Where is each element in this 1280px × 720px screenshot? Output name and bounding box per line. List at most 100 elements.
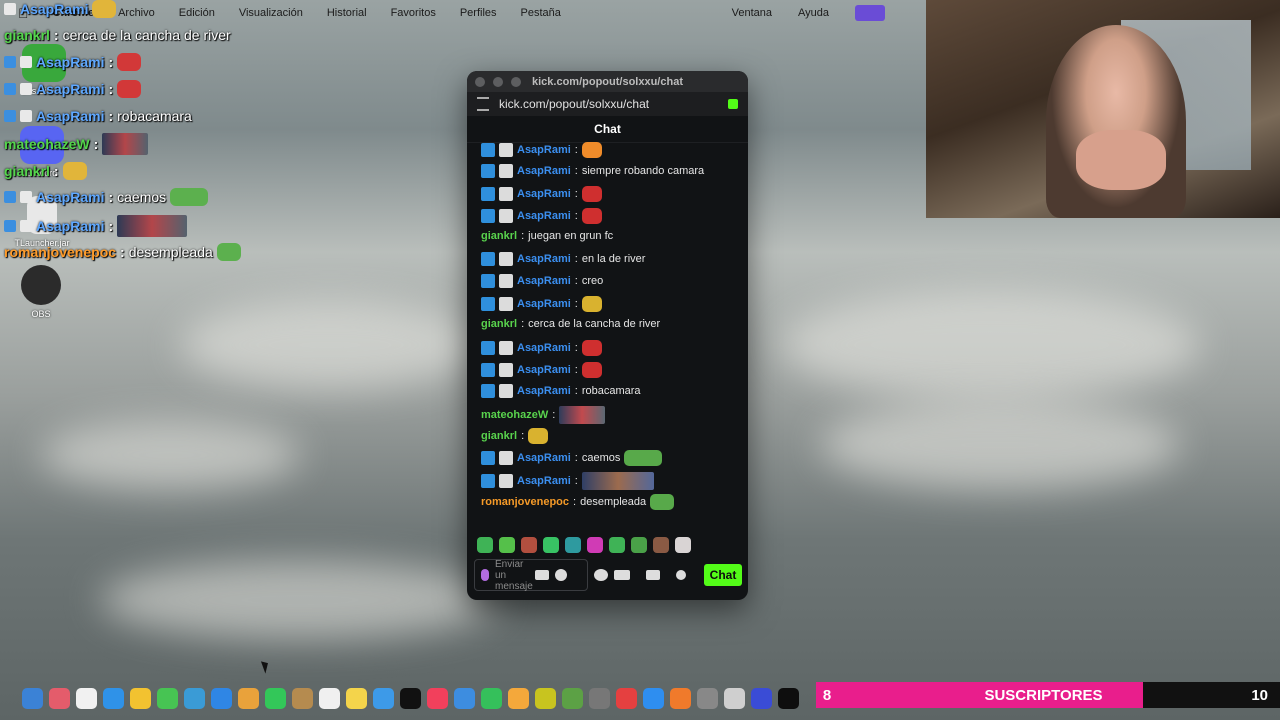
menu-archivo[interactable]: Archivo <box>118 7 155 19</box>
sub-badge-icon <box>499 384 513 398</box>
chat-message-input[interactable]: Enviar un mensaje <box>474 559 588 592</box>
finder-icon[interactable] <box>22 688 43 709</box>
overlay-line: AsapRami: <box>4 80 142 98</box>
emote-icon[interactable] <box>477 537 493 553</box>
emote-icon <box>581 362 602 378</box>
address-bar[interactable]: kick.com/popout/solxxu/chat <box>467 92 748 116</box>
emote-icon <box>117 215 188 237</box>
app-icon[interactable] <box>616 688 637 709</box>
window-titlebar: kick.com/popout/solxxu/chat <box>467 71 748 92</box>
url-text[interactable]: kick.com/popout/solxxu/chat <box>499 97 649 111</box>
emote-icon <box>92 0 117 18</box>
input-source-icon[interactable] <box>855 5 885 21</box>
chat-message: giankrl: cerca de la cancha de river <box>481 318 661 330</box>
sub-badge-icon <box>499 474 513 488</box>
menu-edicion[interactable]: Edición <box>179 7 215 19</box>
text-format-icon[interactable] <box>535 570 549 580</box>
verified-badge-icon <box>481 341 495 355</box>
kick-icon[interactable] <box>778 688 799 709</box>
badge-icon <box>4 56 16 68</box>
emoji-icon[interactable] <box>555 569 567 581</box>
facetime-icon[interactable] <box>265 688 286 709</box>
photos-icon[interactable] <box>238 688 259 709</box>
overlay-line: mateohazeW: <box>4 133 149 155</box>
verified-badge-icon <box>481 363 495 377</box>
menu-ayuda[interactable]: Ayuda <box>798 7 829 19</box>
chat-message-list[interactable]: AsapRami: AsapRami: siempre robando cama… <box>467 142 748 532</box>
contacts-icon[interactable] <box>292 688 313 709</box>
gear-icon[interactable] <box>676 570 686 580</box>
emote-icon[interactable] <box>521 537 537 553</box>
calendar-icon[interactable] <box>76 688 97 709</box>
sub-badge-icon <box>499 143 513 157</box>
pages-icon[interactable] <box>508 688 529 709</box>
reminders-icon[interactable] <box>319 688 340 709</box>
infinity-icon[interactable] <box>614 570 630 580</box>
menu-favoritos[interactable]: Favoritos <box>391 7 436 19</box>
emote-icon[interactable] <box>587 537 603 553</box>
menu-perfiles[interactable]: Perfiles <box>460 7 497 19</box>
emote-icon[interactable] <box>631 537 647 553</box>
emote-icon <box>117 80 142 98</box>
subscriber-goal-bar: 8 SUSCRIPTORES 10 <box>816 682 1280 708</box>
messages-icon[interactable] <box>157 688 178 709</box>
app-icon[interactable] <box>751 688 772 709</box>
dock <box>22 688 799 709</box>
mail-icon[interactable] <box>211 688 232 709</box>
game-icon[interactable] <box>589 688 610 709</box>
users-icon[interactable] <box>594 569 608 581</box>
system-settings-icon[interactable] <box>697 688 718 709</box>
launchpad-icon[interactable] <box>49 688 70 709</box>
chat-popout-window: kick.com/popout/solxxu/chat kick.com/pop… <box>467 71 748 600</box>
maps-icon[interactable] <box>184 688 205 709</box>
emote-icon[interactable] <box>609 537 625 553</box>
menu-ventana[interactable]: Ventana <box>732 7 772 19</box>
chat-message: AsapRami: robacamara <box>481 384 641 398</box>
badge-icon <box>20 56 32 68</box>
chrome-icon[interactable] <box>130 688 151 709</box>
sub-badge-icon <box>499 252 513 266</box>
microphone-icon[interactable] <box>481 569 489 581</box>
app-icon[interactable] <box>670 688 691 709</box>
store-icon[interactable] <box>646 570 660 580</box>
numbers-icon[interactable] <box>481 688 502 709</box>
emote-icon[interactable] <box>565 537 581 553</box>
sub-badge-icon <box>499 187 513 201</box>
notes-icon[interactable] <box>346 688 367 709</box>
emote-icon[interactable] <box>543 537 559 553</box>
desktop-icon-obs[interactable]: OBS <box>11 265 71 319</box>
chat-message: AsapRami: <box>481 340 602 356</box>
emote-icon[interactable] <box>499 537 515 553</box>
keynote-icon[interactable] <box>454 688 475 709</box>
safari-icon[interactable] <box>103 688 124 709</box>
badge-icon <box>20 220 32 232</box>
app-icon[interactable] <box>724 688 745 709</box>
app-store-icon[interactable] <box>643 688 664 709</box>
obs-icon <box>21 265 61 305</box>
app-icon[interactable] <box>535 688 556 709</box>
music-icon[interactable] <box>427 688 448 709</box>
menu-pestana[interactable]: Pestaña <box>521 7 561 19</box>
send-chat-button[interactable]: Chat <box>704 564 742 586</box>
verified-badge-icon <box>481 451 495 465</box>
emote-icon[interactable] <box>675 537 691 553</box>
site-settings-icon[interactable] <box>477 97 489 111</box>
subscriber-goal-target: 10 <box>1251 686 1268 704</box>
overlay-line: AsapRami: <box>4 215 188 237</box>
freeform-icon[interactable] <box>373 688 394 709</box>
minecraft-icon[interactable] <box>562 688 583 709</box>
chat-input-placeholder[interactable]: Enviar un mensaje <box>495 559 533 592</box>
overlay-line: AsapRami: <box>4 53 142 71</box>
overlay-line: AsapRami <box>4 0 117 18</box>
apple-tv-icon[interactable] <box>400 688 421 709</box>
chat-message: AsapRami: siempre robando camara <box>481 164 704 178</box>
menu-historial[interactable]: Historial <box>327 7 367 19</box>
streamer-hands <box>1076 130 1166 190</box>
sub-badge-icon <box>499 363 513 377</box>
sub-badge-icon <box>499 341 513 355</box>
overlay-line: giankrl: <box>4 162 87 180</box>
emote-icon[interactable] <box>653 537 669 553</box>
menu-visualizacion[interactable]: Visualización <box>239 7 303 19</box>
emote-icon <box>216 243 241 261</box>
emote-icon <box>581 186 602 202</box>
